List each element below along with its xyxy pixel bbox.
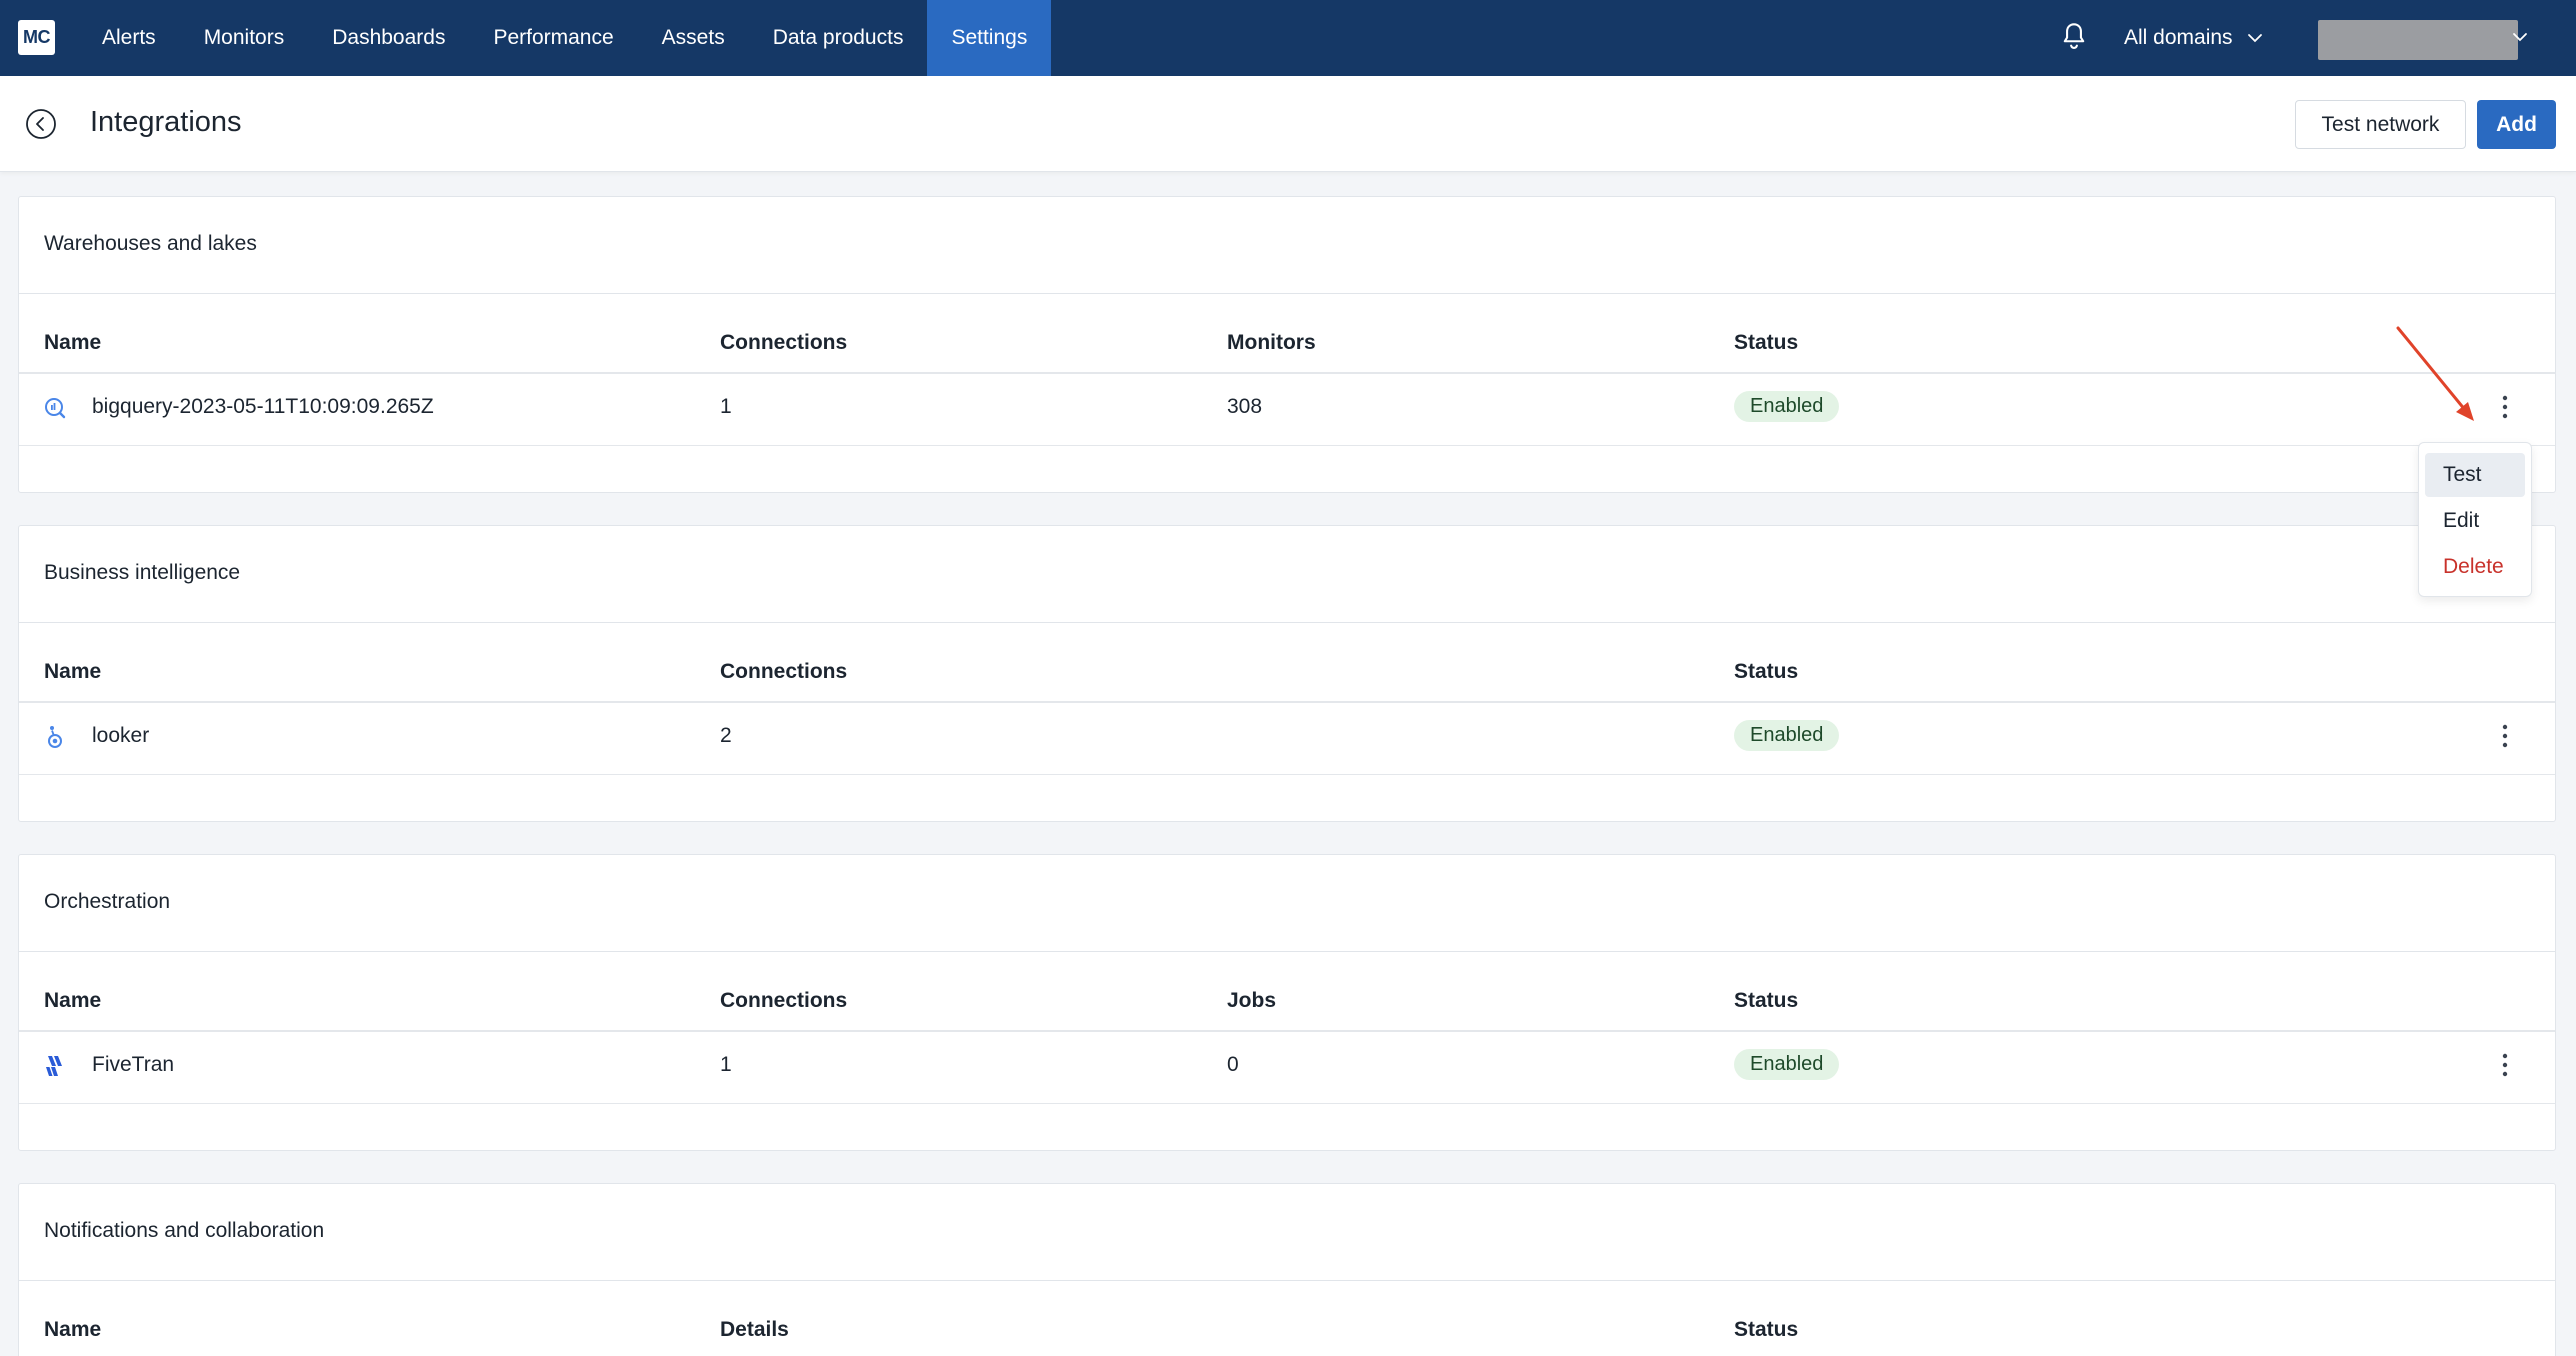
add-integration-button[interactable]: Add — [2477, 100, 2556, 149]
user-menu-redacted[interactable] — [2318, 20, 2518, 60]
nav-item-monitors[interactable]: Monitors — [180, 0, 309, 76]
nav-item-alerts[interactable]: Alerts — [78, 0, 180, 76]
divider — [19, 1103, 2555, 1104]
section-orchestration: Orchestration Name Connections Jobs Stat… — [18, 854, 2556, 1151]
integration-name[interactable]: FiveTran — [92, 1053, 174, 1077]
connections-count: 1 — [720, 395, 732, 418]
divider — [19, 1030, 2555, 1032]
page-title: Integrations — [90, 106, 242, 138]
more-options-icon[interactable] — [2493, 391, 2517, 423]
section-business-intelligence: Business intelligence Name Connections S… — [18, 525, 2556, 822]
nav-item-assets[interactable]: Assets — [638, 0, 749, 76]
jobs-count: 0 — [1227, 1053, 1239, 1076]
column-header-jobs: Jobs — [1227, 989, 1277, 1012]
column-header-status: Status — [1734, 1318, 1799, 1341]
monitors-count: 308 — [1227, 395, 1263, 418]
connections-count: 2 — [720, 724, 732, 747]
menu-item-test[interactable]: Test — [2425, 453, 2525, 497]
column-header-status: Status — [1734, 660, 1799, 683]
integration-name[interactable]: bigquery-2023-05-11T10:09:09.265Z — [92, 395, 434, 419]
divider — [19, 774, 2555, 775]
test-network-button[interactable]: Test network — [2295, 100, 2466, 149]
status-badge: Enabled — [1734, 1049, 1840, 1080]
column-header-name: Name — [44, 1318, 102, 1341]
divider — [19, 293, 2555, 294]
column-header-status: Status — [1734, 989, 1799, 1012]
divider — [19, 445, 2555, 446]
section-notifications-and-collaboration: Notifications and collaboration Name Det… — [18, 1183, 2556, 1356]
menu-item-delete[interactable]: Delete — [2425, 545, 2525, 589]
connections-count: 1 — [720, 1053, 732, 1076]
column-header-name: Name — [44, 331, 102, 354]
row-actions-menu: Test Edit Delete — [2418, 442, 2532, 597]
column-header-status: Status — [1734, 331, 1799, 354]
back-circle-icon[interactable] — [24, 107, 58, 141]
column-header-connections: Connections — [720, 989, 848, 1012]
top-navigation-bar: MC Alerts Monitors Dashboards Performanc… — [0, 0, 2576, 76]
section-warehouses-and-lakes: Warehouses and lakes Name Connections Mo… — [18, 196, 2556, 493]
main-nav: Alerts Monitors Dashboards Performance A… — [78, 0, 1052, 76]
nav-item-performance[interactable]: Performance — [469, 0, 637, 76]
divider — [19, 622, 2555, 623]
looker-icon — [48, 726, 62, 748]
integration-name[interactable]: looker — [92, 724, 149, 748]
domain-selector-label: All domains — [2124, 26, 2233, 49]
domain-selector[interactable]: All domains — [2124, 0, 2263, 76]
nav-item-dashboards[interactable]: Dashboards — [308, 0, 469, 76]
column-header-monitors: Monitors — [1227, 331, 1316, 354]
nav-item-settings[interactable]: Settings — [927, 0, 1052, 76]
section-title: Warehouses and lakes — [44, 232, 257, 255]
nav-item-data-products[interactable]: Data products — [749, 0, 928, 76]
section-title: Notifications and collaboration — [44, 1219, 325, 1242]
status-badge: Enabled — [1734, 391, 1840, 422]
more-options-icon[interactable] — [2493, 720, 2517, 752]
more-options-icon[interactable] — [2493, 1049, 2517, 1081]
column-header-connections: Connections — [720, 331, 848, 354]
bell-icon[interactable] — [2060, 22, 2088, 52]
divider — [19, 1280, 2555, 1281]
monte-carlo-logo[interactable]: MC — [18, 20, 55, 55]
column-header-details: Details — [720, 1318, 789, 1341]
menu-item-edit[interactable]: Edit — [2425, 499, 2525, 543]
section-title: Orchestration — [44, 890, 171, 913]
user-chevron-down-icon[interactable] — [2512, 30, 2528, 44]
column-header-name: Name — [44, 989, 102, 1012]
page-header: Integrations Test network Add — [0, 76, 2576, 172]
divider — [19, 701, 2555, 703]
fivetran-icon — [46, 1056, 62, 1076]
bigquery-icon — [45, 398, 66, 419]
section-title: Business intelligence — [44, 561, 241, 584]
column-header-name: Name — [44, 660, 102, 683]
divider — [19, 951, 2555, 952]
divider — [19, 372, 2555, 374]
column-header-connections: Connections — [720, 660, 848, 683]
status-badge: Enabled — [1734, 720, 1840, 751]
chevron-down-icon — [2247, 34, 2262, 43]
